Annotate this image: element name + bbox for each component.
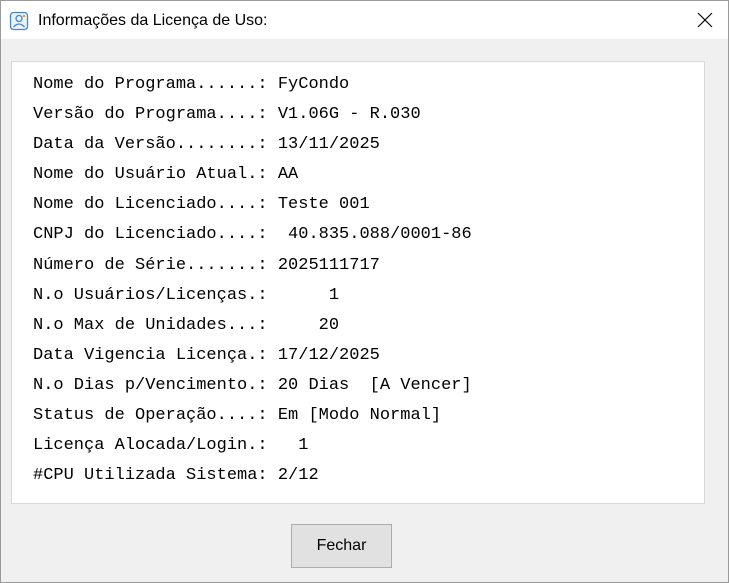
info-line-users-licenses: N.o Usuários/Licenças.: 1 xyxy=(33,285,340,305)
license-info-panel: Nome do Programa......: FyCondo Versão d… xyxy=(11,61,705,504)
info-line-cpu-usage: #CPU Utilizada Sistema: 2/12 xyxy=(33,466,319,486)
info-line-operation-status: Status de Operação....: Em [Modo Normal] xyxy=(33,406,442,426)
info-line-program-name: Nome do Programa......: FyCondo xyxy=(33,75,350,94)
close-icon xyxy=(697,12,713,28)
info-line-days-to-expiry: N.o Dias p/Vencimento.: 20 Dias [A Vence… xyxy=(33,375,472,395)
info-line-licensee-cnpj: CNPJ do Licenciado....: 40.835.088/0001-… xyxy=(33,225,472,245)
license-info-window: Informações da Licença de Uso: Nome do P… xyxy=(0,0,729,583)
info-line-max-units: N.o Max de Unidades...: 20 xyxy=(33,315,340,335)
info-line-serial-number: Número de Série.......: 2025111717 xyxy=(33,255,380,275)
window-title: Informações da Licença de Uso: xyxy=(38,12,268,29)
close-window-button[interactable] xyxy=(682,1,728,39)
license-info-list: Nome do Programa......: FyCondo Versão d… xyxy=(33,74,472,495)
info-line-version-date: Data da Versão........: 13/11/2025 xyxy=(33,135,380,155)
info-line-program-version: Versão do Programa....: V1.06G - R.030 xyxy=(33,105,421,125)
title-bar[interactable]: Informações da Licença de Uso: xyxy=(1,1,728,39)
info-line-licensee-name: Nome do Licenciado....: Teste 001 xyxy=(33,195,370,215)
info-line-allocated-license: Licença Alocada/Login.: 1 xyxy=(33,436,309,456)
info-line-license-validity: Data Vigencia Licença.: 17/12/2025 xyxy=(33,345,380,365)
fechar-button[interactable]: Fechar xyxy=(291,524,392,568)
info-line-current-user: Nome do Usuário Atual.: AA xyxy=(33,165,299,185)
app-icon xyxy=(9,11,29,31)
